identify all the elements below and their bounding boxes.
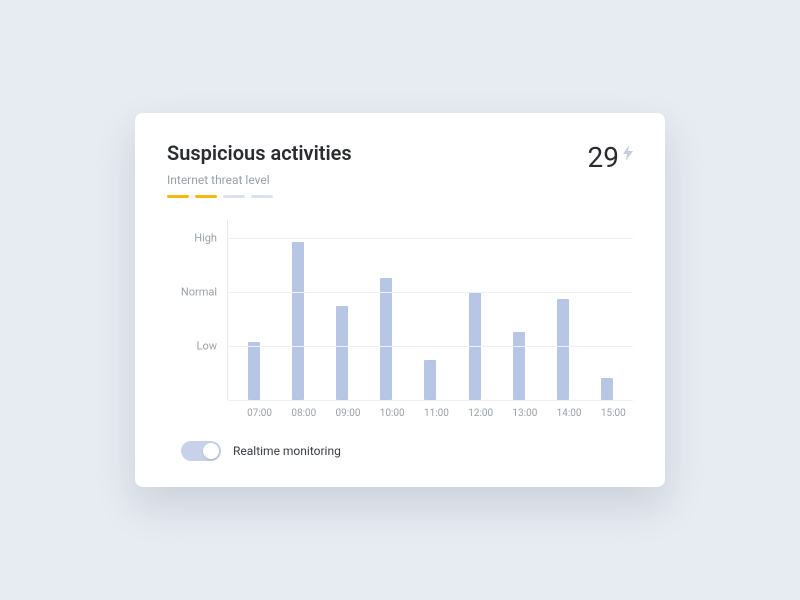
bolt-icon <box>623 145 633 161</box>
gridline <box>228 292 633 293</box>
chart-bar <box>380 278 392 400</box>
threat-level-indicator <box>167 195 352 198</box>
activity-card: Suspicious activities Internet threat le… <box>135 113 665 487</box>
gridline <box>228 238 633 239</box>
card-header: Suspicious activities Internet threat le… <box>167 141 633 198</box>
activity-chart: High Normal Low <box>167 220 633 400</box>
x-tick-label: 07:00 <box>247 408 259 419</box>
x-tick-label: 09:00 <box>336 408 348 419</box>
x-tick-label: 08:00 <box>291 408 303 419</box>
realtime-toggle[interactable] <box>181 441 221 461</box>
chart-bar <box>248 342 260 400</box>
x-tick-label: 13:00 <box>512 408 524 419</box>
activity-count: 29 <box>588 141 619 174</box>
y-tick-label: High <box>194 232 217 245</box>
chart-bar <box>336 306 348 400</box>
chart-bar <box>557 299 569 400</box>
threat-segment <box>167 195 189 198</box>
x-tick-label: 10:00 <box>380 408 392 419</box>
y-axis-labels: High Normal Low <box>167 220 227 400</box>
chart-plot <box>227 220 633 400</box>
x-axis-labels: 07:00 08:00 09:00 10:00 11:00 12:00 13:00 14:00… <box>227 408 633 419</box>
count-wrap: 29 <box>588 141 633 174</box>
toggle-knob <box>203 443 219 459</box>
x-tick-label: 14:00 <box>557 408 569 419</box>
titles: Suspicious activities Internet threat le… <box>167 141 352 198</box>
card-subtitle: Internet threat level <box>167 173 352 187</box>
card-title: Suspicious activities <box>167 141 352 165</box>
y-tick-label: Low <box>197 340 217 353</box>
x-tick-label: 15:00 <box>601 408 613 419</box>
toggle-label: Realtime monitoring <box>233 444 341 458</box>
chart-bar <box>513 332 525 400</box>
chart-bars <box>228 220 633 400</box>
threat-segment <box>223 195 245 198</box>
x-tick-label: 12:00 <box>468 408 480 419</box>
x-tick-label: 11:00 <box>424 408 436 419</box>
chart-bar <box>424 360 436 400</box>
threat-segment <box>251 195 273 198</box>
threat-segment <box>195 195 217 198</box>
card-footer: Realtime monitoring <box>181 441 633 461</box>
y-tick-label: Normal <box>181 286 217 299</box>
gridline <box>228 346 633 347</box>
chart-bar <box>292 242 304 400</box>
chart-bar <box>601 378 613 400</box>
gridline <box>228 400 633 401</box>
